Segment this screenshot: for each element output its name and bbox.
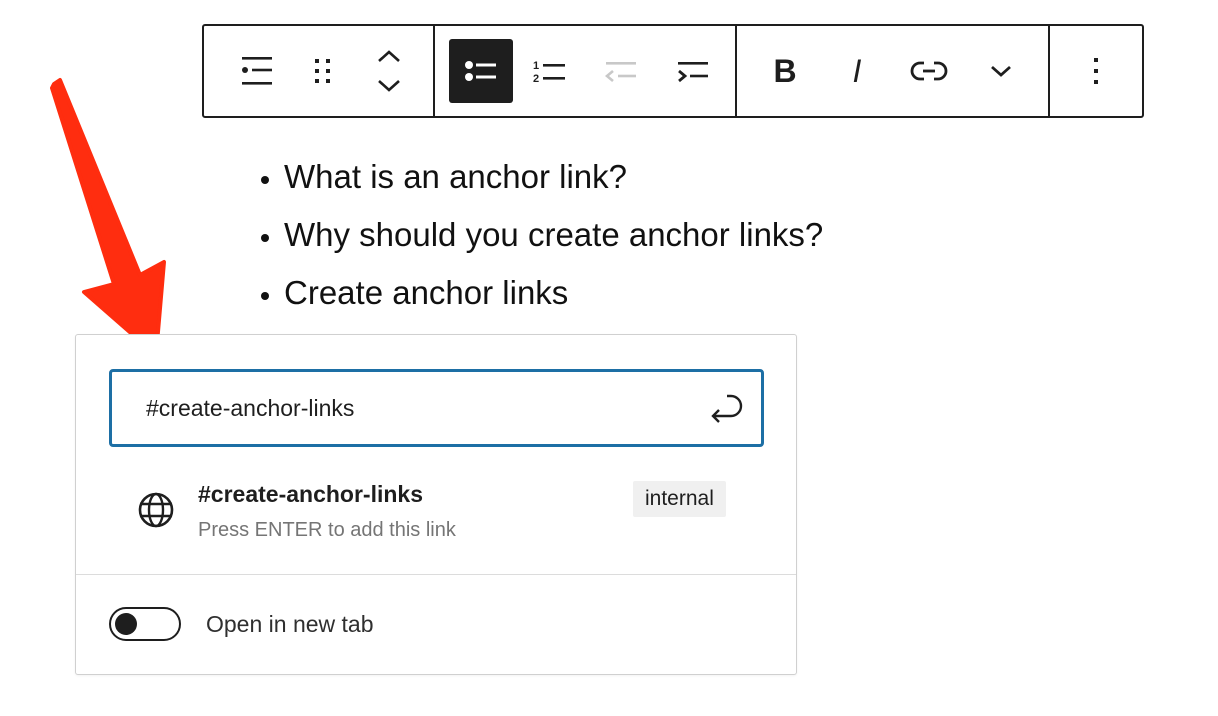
toolbar-group-options — [1048, 26, 1142, 116]
ordered-list-icon: 1 2 — [533, 60, 565, 85]
italic-icon: I — [852, 52, 862, 89]
open-new-tab-label[interactable]: Open in new tab — [206, 611, 374, 638]
toolbar-group-list-format: 1 2 — [433, 26, 735, 116]
more-formats-button[interactable] — [965, 39, 1037, 103]
more-vertical-icon — [1094, 58, 1098, 84]
outdent-button[interactable] — [585, 39, 657, 103]
options-button[interactable] — [1063, 39, 1129, 103]
ordered-list-button[interactable]: 1 2 — [513, 39, 585, 103]
block-toolbar: 1 2 B I — [202, 24, 1144, 118]
bold-icon: B — [773, 52, 797, 89]
svg-text:1: 1 — [533, 60, 539, 72]
link-suggestion[interactable]: #create-anchor-links Press ENTER to add … — [109, 475, 764, 545]
url-input-wrapper — [109, 369, 764, 447]
outdent-icon — [604, 62, 636, 82]
open-new-tab-toggle[interactable] — [109, 607, 181, 641]
indent-button[interactable] — [657, 39, 729, 103]
bold-button[interactable]: B — [749, 39, 821, 103]
chevron-down-icon — [991, 65, 1011, 77]
suggestion-hint: Press ENTER to add this link — [198, 519, 456, 541]
drag-handle-icon — [315, 59, 330, 83]
list-item[interactable]: Why should you create anchor links? — [284, 206, 823, 264]
submit-button[interactable] — [707, 390, 747, 435]
toggle-knob — [115, 613, 137, 635]
bulleted-list: What is an anchor link? Why should you c… — [250, 148, 823, 322]
divider — [76, 574, 796, 575]
italic-button[interactable]: I — [821, 39, 893, 103]
toolbar-group-text-format: B I — [735, 26, 1048, 116]
open-new-tab-setting: Open in new tab — [109, 607, 374, 641]
link-button[interactable] — [893, 39, 965, 103]
list-item[interactable]: Create anchor links — [284, 264, 823, 322]
svg-text:2: 2 — [533, 73, 539, 85]
move-down-icon — [378, 80, 400, 92]
link-popover: #create-anchor-links Press ENTER to add … — [75, 334, 797, 675]
annotation-arrow-icon — [50, 78, 166, 357]
move-buttons — [356, 39, 422, 103]
block-type-button[interactable] — [224, 39, 290, 103]
list-block-icon — [242, 57, 272, 85]
list-item[interactable]: What is an anchor link? — [284, 148, 823, 206]
unordered-list-icon — [465, 61, 496, 81]
move-up-icon — [378, 50, 400, 62]
unordered-list-button[interactable] — [449, 39, 513, 103]
move-down-button[interactable] — [356, 71, 422, 101]
url-input[interactable] — [144, 393, 688, 423]
globe-icon — [138, 492, 174, 528]
link-type-badge: internal — [633, 481, 726, 517]
suggestion-title: #create-anchor-links — [198, 481, 423, 507]
link-icon — [910, 61, 948, 81]
drag-handle-button[interactable] — [290, 39, 356, 103]
move-up-button[interactable] — [356, 41, 422, 71]
enter-return-icon — [711, 394, 743, 423]
indent-icon — [678, 62, 708, 83]
toolbar-group-block — [204, 26, 433, 116]
